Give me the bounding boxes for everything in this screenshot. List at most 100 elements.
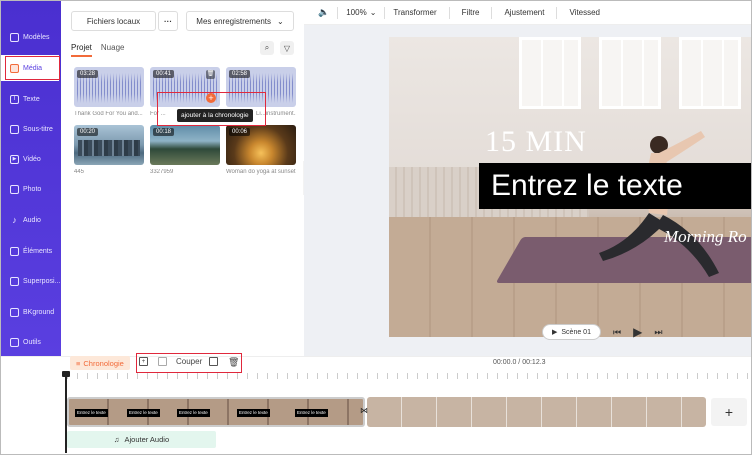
nav-item-elements[interactable]: Éléments <box>1 238 61 264</box>
media-item-video-3[interactable]: 00:06 <box>226 125 296 165</box>
skip-forward-icon[interactable]: ⏭ <box>654 327 662 338</box>
text-box-overlay[interactable]: Entrez le texte <box>479 163 751 209</box>
nav-item-background[interactable]: BKground <box>1 299 61 325</box>
nav-label: Sous-titre <box>23 125 53 133</box>
add-icon[interactable]: + <box>139 357 148 366</box>
nav-label: Photo <box>23 185 42 193</box>
time-readout: 00:00.0 / 00:12.3 <box>493 359 546 366</box>
media-caption: Thank God For You and... <box>74 111 143 117</box>
title-overlay[interactable]: 15 MIN <box>485 125 587 159</box>
media-tabs: Projet Nuage <box>71 43 124 57</box>
app-window: Modèles Média T Texte Sous-titre ▶ Vidéo P… <box>0 0 752 455</box>
nav-item-media[interactable]: Média <box>1 55 59 81</box>
timeline-ruler <box>67 373 751 379</box>
city-skyline <box>78 140 140 156</box>
filter-button[interactable]: Filtre <box>462 8 480 17</box>
volume-icon[interactable]: 🔈 <box>318 7 329 18</box>
video-preview[interactable]: 15 MIN Entrez le texte Morning Ro <box>389 37 751 337</box>
duration-badge: 02:58 <box>229 70 251 78</box>
divider <box>491 6 493 19</box>
search-icon[interactable]: ⌕ <box>260 41 274 55</box>
window <box>599 37 661 109</box>
divider <box>337 6 339 19</box>
timeline-label: Chronologie <box>83 358 124 368</box>
scene-label: Scène 01 <box>561 328 591 336</box>
nav-label: Éléments <box>23 247 53 255</box>
duplicate-icon[interactable] <box>209 357 218 366</box>
transition-icon[interactable]: ⋈ <box>360 406 370 416</box>
top-toolbar: 🔈 100% ⌄ Transformer Filtre Ajustement Vi… <box>304 1 751 25</box>
media-caption: Woman do yoga at sunset <box>226 169 296 175</box>
nav-item-subtitle[interactable]: Sous-titre <box>1 116 61 142</box>
divider <box>384 6 386 19</box>
media-icon <box>10 63 19 73</box>
local-files-button[interactable]: Fichiers locaux <box>71 11 156 31</box>
tab-cloud[interactable]: Nuage <box>101 43 125 57</box>
nav-label: Texte <box>23 95 40 103</box>
nav-item-video[interactable]: ▶ Vidéo <box>1 146 61 172</box>
clip-text-label: Entrez le texte <box>75 409 108 417</box>
duration-badge: 03:28 <box>77 70 99 78</box>
photo-icon <box>10 184 19 194</box>
duration-badge: 00:18 <box>153 128 175 136</box>
adjust-button[interactable]: Ajustement <box>504 8 544 17</box>
timeline-clip-2[interactable] <box>367 397 706 427</box>
more-options-icon[interactable]: ··· <box>158 11 178 31</box>
nav-label: Outils <box>23 338 41 346</box>
play-icon[interactable]: ▶ <box>633 325 642 339</box>
chevron-down-icon: ⌄ <box>369 8 377 17</box>
nav-item-photo[interactable]: Photo <box>1 176 61 202</box>
nav-item-overlay[interactable]: Superposi... <box>1 268 61 294</box>
media-item-video-2[interactable]: 00:18 <box>150 125 220 165</box>
media-item-audio-3[interactable]: 02:58 <box>226 67 296 107</box>
timeline-clip-1[interactable]: Entrez le texte Entrez le texte Entrez l… <box>67 397 365 427</box>
window <box>679 37 741 109</box>
nav-item-templates[interactable]: Modèles <box>1 24 61 50</box>
filter-icon[interactable]: ▽ <box>280 41 294 55</box>
nav-item-text[interactable]: T Texte <box>1 86 61 112</box>
duration-badge: 00:41 <box>153 70 175 78</box>
text-icon: T <box>10 94 19 104</box>
nav-label: BKground <box>23 308 55 316</box>
timeline-icon: ≡ <box>76 358 81 368</box>
background-icon <box>10 307 19 317</box>
nav-label: Audio <box>23 216 41 224</box>
delete-icon[interactable]: 🗑 <box>206 70 215 79</box>
window <box>519 37 581 109</box>
media-caption: 3327959 <box>150 169 174 175</box>
media-caption: 445 <box>74 169 85 175</box>
media-item-video-1[interactable]: 00:20 <box>74 125 144 165</box>
add-track-button[interactable]: + <box>711 398 747 426</box>
delete-icon[interactable]: 🗑 <box>228 357 239 368</box>
left-nav: Modèles Média T Texte Sous-titre ▶ Vidéo P… <box>1 1 61 356</box>
tab-project[interactable]: Projet <box>71 43 92 57</box>
transform-button[interactable]: Transformer <box>393 8 436 17</box>
nav-label: Modèles <box>23 33 50 41</box>
my-recordings-label: Mes enregistrements <box>196 16 271 26</box>
clip-text-label: Entrez le texte <box>127 409 160 417</box>
nav-label: Vidéo <box>23 155 41 163</box>
zoom-dropdown[interactable]: 100% ⌄ <box>346 8 376 17</box>
add-audio-button[interactable]: ♫ Ajouter Audio <box>67 431 216 448</box>
duration-badge: 00:06 <box>229 128 251 136</box>
add-to-timeline-icon[interactable]: + <box>206 93 216 103</box>
clip-text-label: Entrez le texte <box>295 409 328 417</box>
nav-item-audio[interactable]: ♪ Audio <box>1 207 61 233</box>
skip-back-icon[interactable]: ⏮ <box>613 327 621 338</box>
my-recordings-dropdown[interactable]: Mes enregistrements ⌄ <box>186 11 294 31</box>
timeline-tab[interactable]: ≡ Chronologie <box>70 356 130 370</box>
nav-item-tools[interactable]: Outils <box>1 329 61 355</box>
subtitle-icon <box>10 124 19 134</box>
scene-button[interactable]: ▶ Scène 01 <box>542 324 601 340</box>
tooltip: ajouter à la chronologie <box>177 109 253 122</box>
elements-icon <box>10 246 19 256</box>
media-item-audio-1[interactable]: 03:28 <box>74 67 144 107</box>
nav-label: Média <box>23 64 43 72</box>
cut-button[interactable]: Couper <box>176 357 202 366</box>
divider <box>448 6 450 19</box>
music-icon: ♫ <box>113 435 120 444</box>
speed-button[interactable]: Vitessed <box>569 8 600 17</box>
subtitle-overlay[interactable]: Morning Ro <box>664 227 747 247</box>
split-icon[interactable] <box>158 357 167 366</box>
video-icon: ▶ <box>10 154 19 164</box>
